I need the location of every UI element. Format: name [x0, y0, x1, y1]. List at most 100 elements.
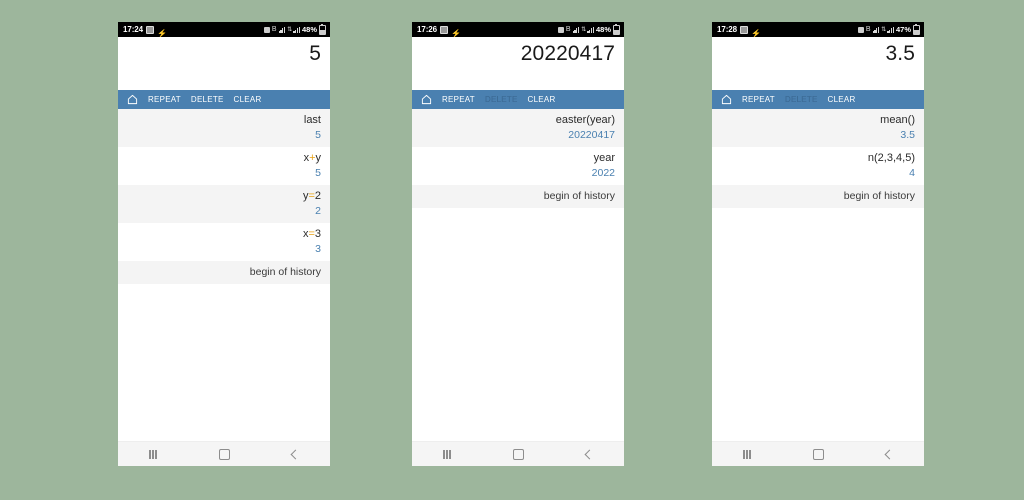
vibrate-icon	[263, 26, 270, 33]
history-expression: mean()	[880, 114, 915, 126]
history-list[interactable]: last 5 x+y 5 y=2 2 x=3 3 begin of histor…	[118, 109, 330, 441]
battery-percent: 48%	[301, 24, 317, 34]
history-expression: n(2,3,4,5)	[867, 152, 915, 165]
status-bar: 17:26 ⇅ 48%	[412, 22, 624, 37]
history-begin-marker: begin of history	[412, 185, 624, 209]
alarm-icon	[145, 25, 154, 34]
back-chevron-icon[interactable]	[884, 449, 895, 459]
status-bar: 17:28 ⇅ 47%	[712, 22, 924, 37]
history-row[interactable]: last 5	[118, 109, 330, 148]
status-bar-left: 17:26	[417, 24, 451, 34]
home-icon[interactable]	[421, 94, 432, 105]
history-value: 3	[315, 242, 321, 255]
alarm-icon	[739, 25, 748, 34]
status-bar-right: ⇅ 48%	[557, 23, 620, 35]
history-value: 2	[315, 204, 321, 217]
history-row[interactable]: n(2,3,4,5) 4	[712, 147, 924, 186]
history-expression: last	[303, 114, 321, 126]
history-begin-label: begin of history	[249, 266, 321, 279]
recents-icon[interactable]	[743, 449, 751, 459]
signal-bars-icon	[278, 26, 286, 33]
status-bar-left: 17:24	[123, 24, 157, 34]
history-begin-label: begin of history	[843, 190, 915, 203]
history-list[interactable]: mean() 3.5 n(2,3,4,5) 4 begin of history	[712, 109, 924, 441]
history-row[interactable]: easter(year) 20220417	[412, 109, 624, 148]
vibrate-icon	[557, 26, 564, 33]
result-value: 5	[309, 42, 321, 65]
result-display: 5	[118, 37, 330, 90]
status-bar-right: ⇅ 47%	[857, 23, 920, 35]
history-expression: y=2	[302, 190, 321, 203]
history-value: 20220417	[568, 128, 615, 141]
signal-bars-icon-2	[293, 26, 300, 33]
battery-percent: 47%	[895, 24, 911, 34]
recents-icon[interactable]	[443, 449, 451, 459]
history-row[interactable]: year 2022	[412, 147, 624, 186]
history-value: 4	[909, 166, 915, 179]
history-row[interactable]: x=3 3	[118, 223, 330, 262]
clear-button[interactable]: CLEAR	[528, 95, 556, 104]
history-begin-label: begin of history	[543, 190, 615, 203]
history-expression: easter(year)	[555, 114, 615, 126]
repeat-button[interactable]: REPEAT	[442, 95, 475, 104]
battery-icon	[319, 23, 326, 35]
action-toolbar: REPEAT DELETE CLEAR	[118, 90, 330, 109]
history-row[interactable]: y=2 2	[118, 185, 330, 224]
clear-button[interactable]: CLEAR	[828, 95, 856, 104]
android-nav-bar	[712, 441, 924, 466]
status-bar-right: ⇅ 48%	[263, 23, 326, 35]
delete-button[interactable]: DELETE	[785, 95, 818, 104]
action-toolbar: REPEAT DELETE CLEAR	[412, 90, 624, 109]
history-begin-marker: begin of history	[118, 261, 330, 285]
android-nav-bar	[412, 441, 624, 466]
home-square-icon[interactable]	[218, 448, 230, 460]
battery-percent: 48%	[595, 24, 611, 34]
home-icon[interactable]	[721, 94, 732, 105]
phone-screenshot-1: 17:24 ⇅ 48% 5 REPEAT DELETE CLE	[118, 22, 330, 466]
status-time: 17:26	[417, 24, 437, 34]
home-square-icon[interactable]	[512, 448, 524, 460]
history-begin-marker: begin of history	[712, 185, 924, 209]
status-time: 17:24	[123, 24, 143, 34]
history-value: 5	[315, 166, 321, 179]
delete-button[interactable]: DELETE	[485, 95, 518, 104]
data-transfer-icon: ⇅	[881, 26, 886, 33]
result-value: 3.5	[885, 42, 915, 65]
android-nav-bar	[118, 441, 330, 466]
recents-icon[interactable]	[149, 449, 157, 459]
bluetooth-icon	[566, 26, 571, 33]
clear-button[interactable]: CLEAR	[234, 95, 262, 104]
screenshot-stage: 17:24 ⇅ 48% 5 REPEAT DELETE CLE	[0, 0, 1024, 500]
history-value: 3.5	[900, 128, 915, 141]
bluetooth-icon	[272, 26, 277, 33]
history-row[interactable]: mean() 3.5	[712, 109, 924, 148]
repeat-button[interactable]: REPEAT	[742, 95, 775, 104]
home-icon[interactable]	[127, 94, 138, 105]
signal-bars-icon	[872, 26, 880, 33]
action-toolbar: REPEAT DELETE CLEAR	[712, 90, 924, 109]
status-bar: 17:24 ⇅ 48%	[118, 22, 330, 37]
history-expression: x=3	[302, 228, 321, 241]
battery-icon	[913, 23, 920, 35]
history-expression: year	[593, 152, 615, 165]
history-value: 5	[315, 128, 321, 141]
back-chevron-icon[interactable]	[584, 449, 595, 459]
result-display: 20220417	[412, 37, 624, 90]
result-display: 3.5	[712, 37, 924, 90]
repeat-button[interactable]: REPEAT	[148, 95, 181, 104]
data-transfer-icon: ⇅	[287, 26, 292, 33]
vibrate-icon	[857, 26, 864, 33]
history-list[interactable]: easter(year) 20220417 year 2022 begin of…	[412, 109, 624, 441]
signal-bars-icon-2	[887, 26, 894, 33]
alarm-icon	[439, 25, 448, 34]
delete-button[interactable]: DELETE	[191, 95, 224, 104]
home-square-icon[interactable]	[812, 448, 824, 460]
battery-icon	[613, 23, 620, 35]
phone-screenshot-2: 17:26 ⇅ 48% 20220417 REPEAT DELETE	[412, 22, 624, 466]
back-chevron-icon[interactable]	[290, 449, 301, 459]
history-expression: x+y	[303, 152, 321, 165]
result-value: 20220417	[520, 42, 615, 65]
history-row[interactable]: x+y 5	[118, 147, 330, 186]
status-bar-left: 17:28	[717, 25, 751, 34]
data-transfer-icon: ⇅	[581, 26, 586, 33]
